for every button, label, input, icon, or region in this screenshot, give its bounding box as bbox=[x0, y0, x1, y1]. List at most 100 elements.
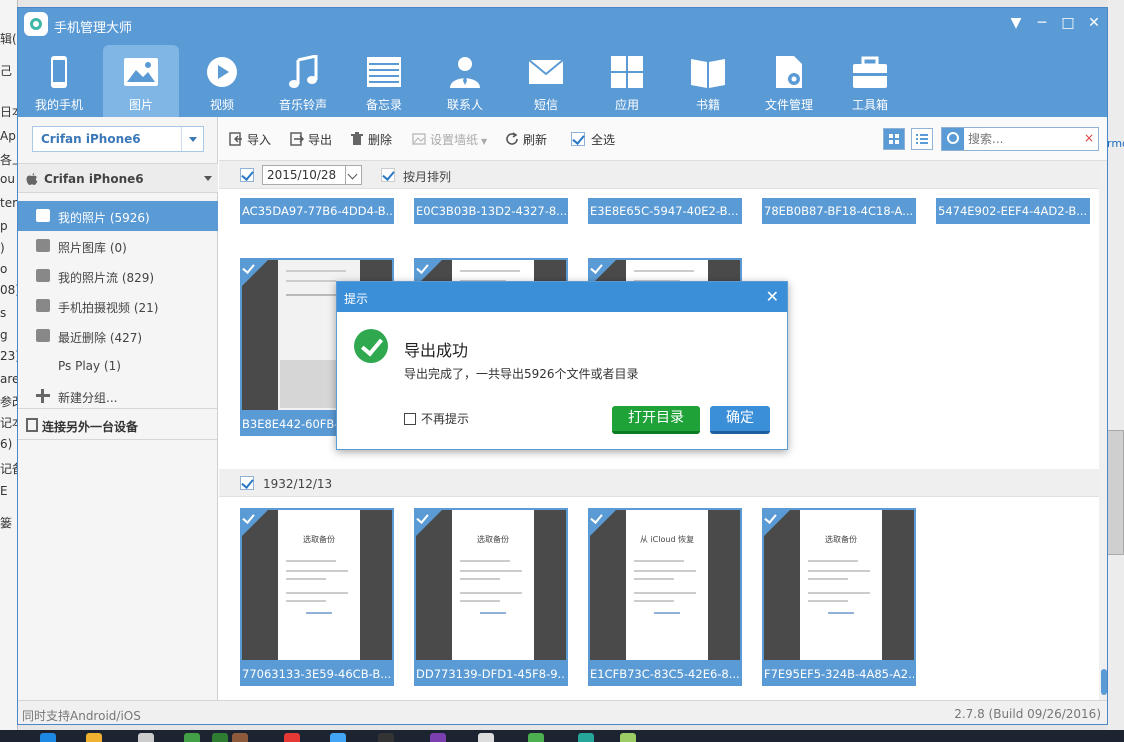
minimize-button[interactable]: ─ bbox=[1031, 12, 1053, 34]
taskbar-app-icon[interactable] bbox=[578, 733, 594, 742]
app-title: 手机管理大师 bbox=[54, 21, 133, 36]
background-text: ou bbox=[0, 172, 15, 186]
sidebar-item[interactable]: 最近删除 (427) bbox=[18, 321, 218, 351]
connect-other-device[interactable]: 连接另外一台设备 bbox=[18, 408, 218, 440]
photo-thumb[interactable]: 从 iCloud 恢复 E1CFB73C-83C5-42E6-8... bbox=[588, 508, 742, 686]
list-view-button[interactable] bbox=[911, 128, 933, 150]
background-text: 己 bbox=[0, 64, 13, 78]
taskbar-app-icon[interactable] bbox=[40, 733, 56, 742]
taskbar-app-icon[interactable] bbox=[620, 733, 636, 742]
nav-item-toolbox[interactable]: 工具箱 bbox=[832, 45, 908, 117]
nav-item-label: 联系人 bbox=[446, 98, 483, 112]
refresh-button[interactable]: 刷新 bbox=[505, 131, 547, 149]
set-wallpaper-button[interactable]: 设置墙纸 ▼ bbox=[412, 131, 487, 149]
contact-icon bbox=[450, 57, 480, 88]
group-select-checkbox[interactable] bbox=[240, 476, 254, 490]
close-icon[interactable]: ✕ bbox=[766, 287, 779, 306]
import-button[interactable]: 导入 bbox=[229, 131, 271, 149]
background-text: 日本 bbox=[0, 105, 17, 119]
taskbar-app-icon[interactable] bbox=[284, 733, 300, 742]
scrollbar-thumb[interactable] bbox=[1101, 669, 1107, 695]
nav-item-music[interactable]: 音乐铃声 bbox=[265, 45, 341, 117]
collapse-icon[interactable] bbox=[204, 176, 212, 185]
date-select[interactable]: 2015/10/28 bbox=[262, 165, 362, 185]
nav-item-contact[interactable]: 联系人 bbox=[427, 45, 503, 117]
export-label: 导出 bbox=[308, 133, 333, 147]
taskbar-app-icon[interactable] bbox=[430, 733, 446, 742]
taskbar-app-icon[interactable] bbox=[478, 733, 494, 742]
photo-thumb[interactable]: AC35DA97-77B6-4DD4-B... bbox=[240, 198, 394, 224]
taskbar-app-icon[interactable] bbox=[330, 733, 346, 742]
export-button[interactable]: 导出 bbox=[290, 131, 332, 149]
photo-thumb[interactable]: 选取备份 DD773139-DFD1-45F8-9... bbox=[414, 508, 568, 686]
selected-corner bbox=[762, 508, 792, 538]
taskbar-app-icon[interactable] bbox=[212, 733, 228, 742]
sidebar-item[interactable]: Ps Play (1) bbox=[18, 351, 218, 381]
sidebar-item[interactable]: 我的照片流 (829) bbox=[18, 261, 218, 291]
photo-thumb[interactable]: 选取备份 77063133-3E59-46CB-B... bbox=[240, 508, 394, 686]
photo-thumb[interactable]: 选取备份 F7E95EF5-324B-4A85-A2... bbox=[762, 508, 916, 686]
maximize-button[interactable]: □ bbox=[1057, 12, 1079, 34]
clear-search-icon[interactable]: × bbox=[1084, 131, 1094, 145]
import-icon bbox=[229, 132, 242, 146]
search-icon[interactable] bbox=[942, 128, 964, 150]
nav-item-video[interactable]: 视频 bbox=[184, 45, 260, 117]
background-text: o bbox=[0, 262, 8, 276]
plus-icon bbox=[36, 389, 50, 403]
sidebar-item-label: 最近删除 (427) bbox=[58, 331, 143, 345]
select-all-checkbox[interactable] bbox=[571, 132, 585, 146]
chevron-down-icon[interactable] bbox=[345, 166, 361, 184]
nav-item-message[interactable]: 短信 bbox=[508, 45, 584, 117]
close-button[interactable]: ✕ bbox=[1083, 12, 1105, 34]
nav-item-book[interactable]: 书籍 bbox=[670, 45, 746, 117]
group-header-1: 2015/10/28 按月排列 bbox=[219, 161, 1099, 189]
sidebar: Crifan iPhone6 Crifan iPhone6 连接另外一台设备 我… bbox=[18, 117, 218, 700]
photo-thumb[interactable]: 78EB0B87-BF18-4C18-A... bbox=[762, 198, 916, 224]
search-input[interactable] bbox=[968, 130, 1078, 148]
background-window-right: rmo bbox=[1107, 0, 1124, 742]
group-select-checkbox[interactable] bbox=[240, 168, 254, 182]
delete-button[interactable]: 删除 bbox=[350, 131, 392, 149]
open-directory-button[interactable]: 打开目录 bbox=[612, 406, 700, 434]
taskbar-app-icon[interactable] bbox=[528, 733, 544, 742]
background-text: s bbox=[0, 306, 7, 320]
main-nav-toolbar: 我的手机 图片 视频 音乐铃声 备忘录 联系人 短信 应用 书籍 文件管理 工具箱 bbox=[18, 41, 1107, 117]
taskbar-app-icon[interactable] bbox=[184, 733, 200, 742]
phone-icon bbox=[51, 56, 67, 88]
taskbar-app-icon[interactable] bbox=[378, 733, 394, 742]
sidebar-item[interactable]: 我的照片 (5926) bbox=[18, 201, 218, 231]
taskbar-app-icon[interactable] bbox=[138, 733, 154, 742]
select-all-toggle[interactable]: 全选 bbox=[571, 131, 615, 149]
photo-label: DD773139-DFD1-45F8-9... bbox=[416, 667, 566, 681]
scrollbar[interactable] bbox=[1099, 161, 1107, 700]
taskbar-app-icon[interactable] bbox=[86, 733, 102, 742]
photo-thumb[interactable]: E3E8E65C-5947-40E2-B... bbox=[588, 198, 742, 224]
delete-label: 删除 bbox=[368, 133, 393, 147]
photo-thumb[interactable]: 5474E902-EEF4-4AD2-B... bbox=[936, 198, 1090, 224]
chevron-down-icon[interactable] bbox=[181, 127, 203, 151]
sort-by-month-checkbox[interactable] bbox=[381, 168, 395, 182]
nav-item-phone[interactable]: 我的手机 bbox=[21, 45, 97, 117]
file-manager-icon bbox=[776, 56, 802, 88]
sidebar-item[interactable]: 手机拍摄视频 (21) bbox=[18, 291, 218, 321]
grid-view-button[interactable] bbox=[883, 128, 905, 150]
grid-view-icon bbox=[889, 134, 899, 144]
nav-item-apps[interactable]: 应用 bbox=[589, 45, 665, 117]
dont-show-again-label: 不再提示 bbox=[421, 412, 470, 426]
dont-show-again-toggle[interactable]: 不再提示 bbox=[404, 410, 469, 427]
device-select[interactable]: Crifan iPhone6 bbox=[32, 126, 204, 152]
nav-item-label: 视频 bbox=[209, 98, 234, 112]
search-box[interactable]: × bbox=[941, 127, 1099, 151]
photo-thumb[interactable]: E0C3B03B-13D2-4327-8... bbox=[414, 198, 568, 224]
sidebar-item[interactable]: 照片图库 (0) bbox=[18, 231, 218, 261]
taskbar-app-icon[interactable] bbox=[232, 733, 248, 742]
nav-item-picture[interactable]: 图片 bbox=[103, 45, 179, 117]
dont-show-again-checkbox[interactable] bbox=[404, 413, 416, 425]
nav-item-memo[interactable]: 备忘录 bbox=[346, 45, 422, 117]
sidebar-item[interactable]: 新建分组... bbox=[18, 381, 218, 411]
ok-button[interactable]: 确定 bbox=[710, 406, 770, 434]
refresh-label: 刷新 bbox=[523, 133, 548, 147]
device-header[interactable]: Crifan iPhone6 bbox=[18, 163, 218, 193]
menu-dropdown-icon[interactable]: ▼ bbox=[1005, 12, 1027, 34]
nav-item-file-manager[interactable]: 文件管理 bbox=[751, 45, 827, 117]
